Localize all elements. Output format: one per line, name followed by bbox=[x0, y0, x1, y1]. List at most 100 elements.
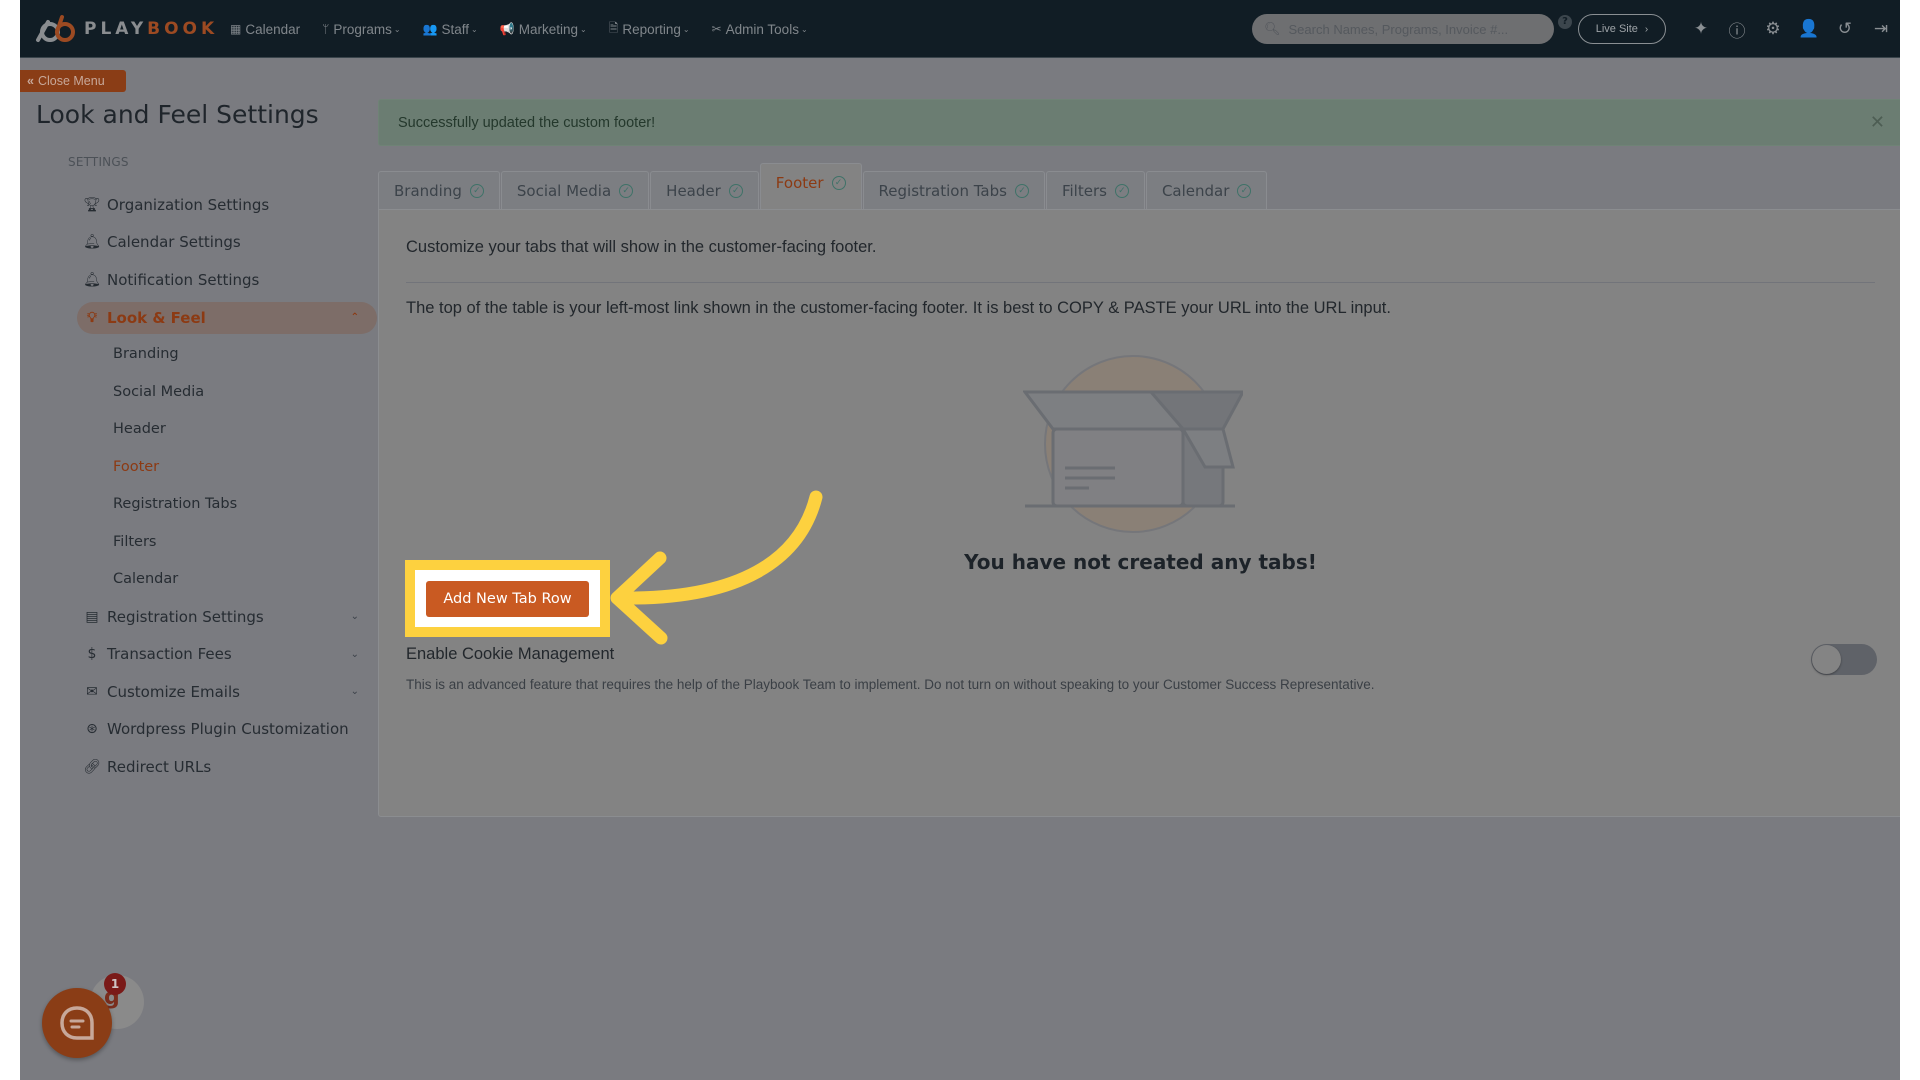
sidebar-subitem-filters[interactable]: Filters bbox=[77, 523, 377, 561]
check-circle-icon: ✓ bbox=[469, 184, 484, 198]
bell-icon: 🔔︎ bbox=[83, 271, 101, 288]
tab-registration-tabs[interactable]: Registration Tabs ✓ bbox=[862, 171, 1045, 210]
check-circle-icon: ✓ bbox=[1114, 184, 1129, 198]
trophy-icon: 🏆︎ bbox=[83, 196, 101, 213]
look-and-feel-tabs: Branding ✓ Social Media ✓ Header ✓ Foote… bbox=[378, 163, 1268, 210]
document-icon: 🗎 bbox=[608, 20, 619, 35]
brand-name: PLAYBOOK bbox=[84, 19, 219, 39]
chevron-right-icon: › bbox=[1644, 23, 1649, 35]
top-navbar: PLAYBOOK ▦ Calendar ᛘ Programs ⌄ 👥 Staff… bbox=[20, 0, 1900, 58]
tab-calendar[interactable]: Calendar ✓ bbox=[1145, 171, 1268, 210]
gear-icon[interactable]: ⚙ bbox=[1762, 15, 1784, 43]
logo-mark-icon bbox=[36, 15, 75, 42]
chevron-down-icon: ⌄ bbox=[350, 686, 359, 698]
sidebar-item-organization-settings[interactable]: 🏆︎ Organization Settings bbox=[77, 186, 377, 224]
lightbulb-icon: 💡︎ bbox=[87, 309, 97, 326]
form-icon: ▤ bbox=[85, 608, 99, 625]
nav-reporting[interactable]: 🗎 Reporting ⌄ bbox=[609, 19, 690, 40]
divider bbox=[406, 282, 1875, 283]
add-user-icon[interactable]: 👤 bbox=[1798, 15, 1820, 43]
check-circle-icon: ✓ bbox=[1237, 184, 1252, 198]
chat-bubble-icon bbox=[60, 1006, 94, 1040]
chevron-down-icon: ⌄ bbox=[350, 648, 359, 660]
playbook-logo[interactable]: PLAYBOOK bbox=[34, 14, 218, 44]
intro-text: Customize your tabs that will show in th… bbox=[406, 238, 877, 256]
calendar-icon: ▦ bbox=[230, 22, 242, 36]
sidebar-item-registration-settings[interactable]: ▤ Registration Settings ⌄ bbox=[77, 598, 377, 636]
cookie-management-toggle[interactable] bbox=[1811, 644, 1877, 675]
logout-icon[interactable]: ⇥ bbox=[1870, 15, 1892, 43]
check-circle-icon: ✓ bbox=[1014, 184, 1029, 198]
cookie-management-description: This is an advanced feature that require… bbox=[406, 677, 1375, 692]
envelope-icon: ✉ bbox=[86, 683, 98, 700]
success-alert: Successfully updated the custom footer! … bbox=[378, 99, 1900, 146]
empty-box-illustration bbox=[1023, 355, 1243, 533]
sidebar-item-look-and-feel[interactable]: 💡︎ Look & Feel ⌃ bbox=[77, 301, 377, 334]
sidebar-subitem-branding[interactable]: Branding bbox=[77, 336, 377, 374]
chevron-down-icon: ⌄ bbox=[393, 24, 401, 34]
search-help-icon[interactable]: ? bbox=[1558, 15, 1572, 29]
page-title: Look and Feel Settings bbox=[36, 100, 319, 129]
close-icon[interactable]: ✕ bbox=[1870, 112, 1885, 133]
sidebar-item-transaction-fees[interactable]: $ Transaction Fees ⌄ bbox=[77, 636, 377, 674]
tab-social-media[interactable]: Social Media ✓ bbox=[500, 171, 650, 210]
sidebar-subitem-calendar[interactable]: Calendar bbox=[77, 561, 377, 599]
chevron-down-icon: ⌄ bbox=[350, 611, 359, 623]
nav-marketing[interactable]: 📢 Marketing ⌄ bbox=[500, 22, 587, 37]
sidebar-item-redirect-urls[interactable]: 🔗︎ Redirect URLs bbox=[77, 748, 377, 786]
tab-branding[interactable]: Branding ✓ bbox=[378, 171, 500, 210]
global-search: 🔍︎ bbox=[1252, 14, 1554, 44]
tools-icon: ✂ bbox=[711, 22, 722, 36]
wordpress-icon: ⊛ bbox=[86, 721, 98, 738]
nav-calendar[interactable]: ▦ Calendar bbox=[230, 22, 300, 37]
bell-icon: 🔔︎ bbox=[83, 234, 101, 251]
dollar-icon: $ bbox=[87, 646, 97, 663]
instruction-text: The top of the table is your left-most l… bbox=[406, 299, 1391, 317]
megaphone-icon: 📢 bbox=[499, 22, 515, 36]
sidebar-item-calendar-settings[interactable]: 🔔︎ Calendar Settings bbox=[77, 224, 377, 262]
chat-notification-badge: 1 bbox=[104, 973, 126, 995]
history-icon[interactable]: ↺ bbox=[1834, 15, 1856, 43]
settings-section-label: SETTINGS bbox=[68, 155, 129, 169]
nav-staff[interactable]: 👥 Staff ⌄ bbox=[423, 22, 478, 37]
chevron-down-icon: ⌄ bbox=[682, 24, 690, 34]
highlight-frame: Add New Tab Row bbox=[405, 560, 610, 637]
chevron-down-icon: ⌄ bbox=[471, 24, 478, 34]
alert-message: Successfully updated the custom footer! bbox=[398, 114, 656, 131]
live-site-button[interactable]: Live Site › bbox=[1578, 14, 1666, 44]
sidebar-subitem-footer[interactable]: Footer bbox=[77, 448, 377, 486]
sidebar-subitem-registration-tabs[interactable]: Registration Tabs bbox=[77, 486, 377, 524]
sidebar-subitem-header[interactable]: Header bbox=[77, 411, 377, 449]
search-input[interactable] bbox=[1288, 21, 1539, 37]
announcement-icon[interactable]: ✦ bbox=[1690, 15, 1712, 43]
app-frame: PLAYBOOK ▦ Calendar ᛘ Programs ⌄ 👥 Staff… bbox=[20, 0, 1900, 1080]
link-icon: 🔗︎ bbox=[83, 758, 101, 775]
settings-sidebar: 🏆︎ Organization Settings 🔔︎ Calendar Set… bbox=[77, 186, 377, 786]
add-new-tab-row-button[interactable]: Add New Tab Row bbox=[426, 581, 589, 617]
chevron-down-icon: ⌄ bbox=[579, 24, 587, 34]
check-circle-icon: ✓ bbox=[619, 184, 634, 198]
cookie-management-title: Enable Cookie Management bbox=[406, 645, 615, 663]
tab-filters[interactable]: Filters ✓ bbox=[1045, 171, 1145, 210]
help-icon[interactable]: ⓘ bbox=[1726, 15, 1748, 43]
sidebar-item-customize-emails[interactable]: ✉ Customize Emails ⌄ bbox=[77, 673, 377, 711]
nav-admin-tools[interactable]: ✂ Admin Tools ⌄ bbox=[712, 22, 808, 37]
check-circle-icon: ✓ bbox=[728, 184, 743, 198]
search-icon: 🔍︎ bbox=[1264, 21, 1281, 37]
close-menu-button[interactable]: « Close Menu bbox=[20, 70, 126, 92]
branch-icon: ᛘ bbox=[322, 22, 330, 36]
highlight-inner: Add New Tab Row bbox=[415, 570, 600, 627]
nav-programs[interactable]: ᛘ Programs ⌄ bbox=[322, 22, 400, 37]
chat-launcher-button[interactable] bbox=[42, 988, 112, 1058]
chevron-up-icon: ⌃ bbox=[350, 312, 359, 323]
users-icon: 👥 bbox=[422, 22, 438, 36]
sidebar-item-wordpress-plugin[interactable]: ⊛ Wordpress Plugin Customization bbox=[77, 711, 377, 749]
header-actions: ✦ ⓘ ⚙ 👤 ↺ ⇥ bbox=[1690, 15, 1892, 43]
sidebar-item-notification-settings[interactable]: 🔔︎ Notification Settings bbox=[77, 261, 377, 299]
double-chevron-left-icon: « bbox=[27, 74, 34, 88]
chevron-down-icon: ⌄ bbox=[800, 24, 808, 34]
tab-footer[interactable]: Footer ✓ bbox=[759, 163, 862, 210]
sidebar-subitem-social-media[interactable]: Social Media bbox=[77, 373, 377, 411]
toggle-knob bbox=[1812, 645, 1841, 674]
tab-header[interactable]: Header ✓ bbox=[650, 171, 759, 210]
